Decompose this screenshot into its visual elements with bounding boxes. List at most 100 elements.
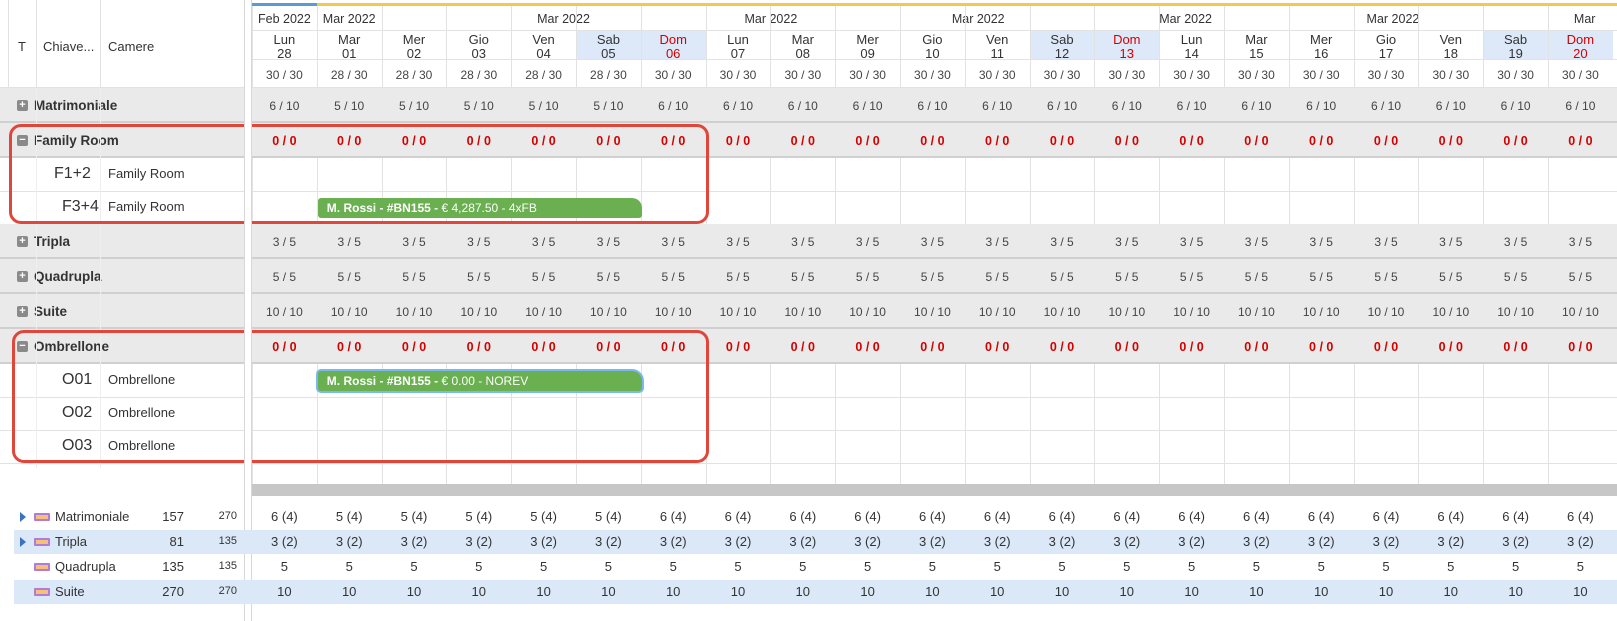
summary-value: 6 (4)	[1178, 509, 1205, 524]
summary-value: 3 (2)	[465, 534, 493, 549]
day-header[interactable]: Mer 16	[1289, 33, 1354, 61]
expand-icon[interactable]: +	[17, 271, 28, 282]
today-marker	[252, 3, 317, 6]
group-availability: 0 / 0	[1244, 340, 1269, 354]
group-availability: 3 / 5	[1244, 235, 1269, 249]
summary-value: 10	[730, 584, 746, 599]
day-header[interactable]: Lun 28	[252, 33, 317, 61]
day-total-availability: 30 / 30	[1497, 68, 1534, 82]
group-name[interactable]: Suite	[34, 304, 67, 319]
group-name[interactable]: Tripla	[34, 234, 70, 249]
expand-icon[interactable]: +	[17, 306, 28, 317]
group-availability: 0 / 0	[1438, 340, 1463, 354]
summary-value: 3 (2)	[530, 534, 557, 549]
summary-value: 5	[345, 559, 353, 574]
group-availability: 0 / 0	[1244, 134, 1269, 148]
summary-value: 3 (2)	[983, 534, 1011, 549]
day-header[interactable]: Mer 09	[835, 33, 900, 61]
summary-value: 5 (4)	[335, 509, 363, 524]
expand-icon[interactable]: +	[17, 100, 28, 111]
summary-value: 6 (4)	[271, 509, 298, 524]
day-header[interactable]: Lun 07	[706, 33, 771, 61]
day-header[interactable]: Dom 06	[641, 33, 706, 61]
group-availability: 6 / 10	[722, 99, 753, 113]
day-total-availability: 28 / 30	[395, 68, 433, 82]
expand-icon[interactable]: +	[17, 236, 28, 247]
summary-count-a: 81	[169, 534, 184, 549]
expand-arrow-icon[interactable]	[20, 537, 26, 547]
day-header[interactable]: Ven 18	[1418, 33, 1483, 61]
summary-value: 10	[277, 584, 292, 599]
group-availability: 5 / 5	[855, 270, 880, 284]
summary-value: 10	[1378, 584, 1394, 599]
summary-value: 6 (4)	[1567, 509, 1594, 524]
day-header[interactable]: Gio 03	[446, 33, 511, 61]
day-header[interactable]: Sab 05	[576, 33, 641, 61]
group-availability: 0 / 0	[1114, 340, 1139, 354]
day-header[interactable]: Ven 04	[511, 33, 576, 61]
group-name[interactable]: Matrimoniale	[34, 98, 117, 113]
summary-value: 6 (4)	[1372, 509, 1400, 524]
day-total-availability: 30 / 30	[849, 68, 886, 82]
summary-value: 10	[1184, 584, 1199, 599]
summary-value: 3 (2)	[335, 534, 363, 549]
group-availability: 5 / 10	[334, 99, 365, 113]
highlight-family-room	[9, 124, 709, 224]
summary-value: 5	[475, 559, 483, 574]
group-availability: 10 / 10	[784, 305, 822, 319]
group-availability: 5 / 5	[985, 270, 1009, 284]
group-name[interactable]: Quadrupla	[34, 269, 102, 284]
group-availability: 6 / 10	[1306, 99, 1337, 113]
group-availability: 5 / 10	[528, 99, 559, 113]
day-header[interactable]: Sab 12	[1030, 33, 1095, 61]
day-header[interactable]: Gio 17	[1354, 33, 1419, 61]
summary-value: 5 (4)	[595, 509, 622, 524]
group-availability: 0 / 0	[1049, 340, 1075, 354]
summary-value: 3 (2)	[1307, 534, 1335, 549]
month-label: Mar 2022	[1366, 12, 1420, 26]
group-availability: 5 / 5	[920, 270, 945, 284]
day-header[interactable]: Gio 10	[900, 33, 965, 61]
day-header[interactable]: Dom 20	[1548, 33, 1613, 61]
summary-count-a: 270	[162, 584, 184, 599]
day-total-availability: 30 / 30	[1173, 68, 1210, 82]
day-header[interactable]: Mar 15	[1224, 33, 1289, 61]
day-header[interactable]: Mar 08	[770, 33, 835, 61]
group-availability: 5 / 5	[791, 270, 815, 284]
summary-value: 3 (2)	[659, 534, 687, 549]
day-of-week: Dom	[1113, 32, 1141, 47]
day-header[interactable]: Dom 13	[1094, 33, 1159, 61]
day-total-availability: 30 / 30	[1238, 68, 1275, 82]
day-header[interactable]: Sab 19	[1483, 33, 1548, 61]
day-total-availability: 30 / 30	[914, 68, 951, 82]
day-of-week: Lun	[273, 32, 296, 47]
day-header[interactable]: Mer 02	[382, 33, 447, 61]
summary-value: 5 (4)	[530, 509, 557, 524]
expand-arrow-icon[interactable]	[20, 512, 26, 522]
group-availability: 5 / 5	[661, 270, 685, 284]
group-availability: 0 / 0	[1373, 340, 1399, 354]
day-of-week: Ven	[1439, 32, 1462, 47]
summary-name: Matrimoniale	[55, 509, 130, 524]
group-availability: 0 / 0	[920, 340, 945, 354]
summary-value: 10	[925, 584, 940, 599]
day-header[interactable]: Ven 11	[965, 33, 1030, 61]
summary-name: Tripla	[55, 534, 88, 549]
summary-value: 6 (4)	[1048, 509, 1076, 524]
summary-value: 10	[471, 584, 487, 599]
summary-value: 5 (4)	[465, 509, 493, 524]
group-availability: 0 / 0	[1503, 134, 1528, 148]
summary-value: 10	[1508, 584, 1523, 599]
group-availability: 3 / 5	[1309, 235, 1333, 249]
group-availability: 6 / 10	[1435, 99, 1466, 113]
group-availability: 0 / 0	[985, 134, 1010, 148]
group-availability: 6 / 10	[1565, 99, 1596, 113]
group-availability: 0 / 0	[790, 340, 815, 354]
day-of-week: Sab	[596, 32, 620, 47]
day-header[interactable]: Lun 14	[1159, 33, 1224, 61]
group-availability: 3 / 5	[1050, 235, 1074, 249]
horizontal-scrollbar[interactable]	[252, 484, 1617, 496]
day-header[interactable]: Mar 01	[317, 33, 382, 61]
summary-value: 10	[601, 584, 616, 599]
summary-value: 5	[1123, 559, 1131, 574]
